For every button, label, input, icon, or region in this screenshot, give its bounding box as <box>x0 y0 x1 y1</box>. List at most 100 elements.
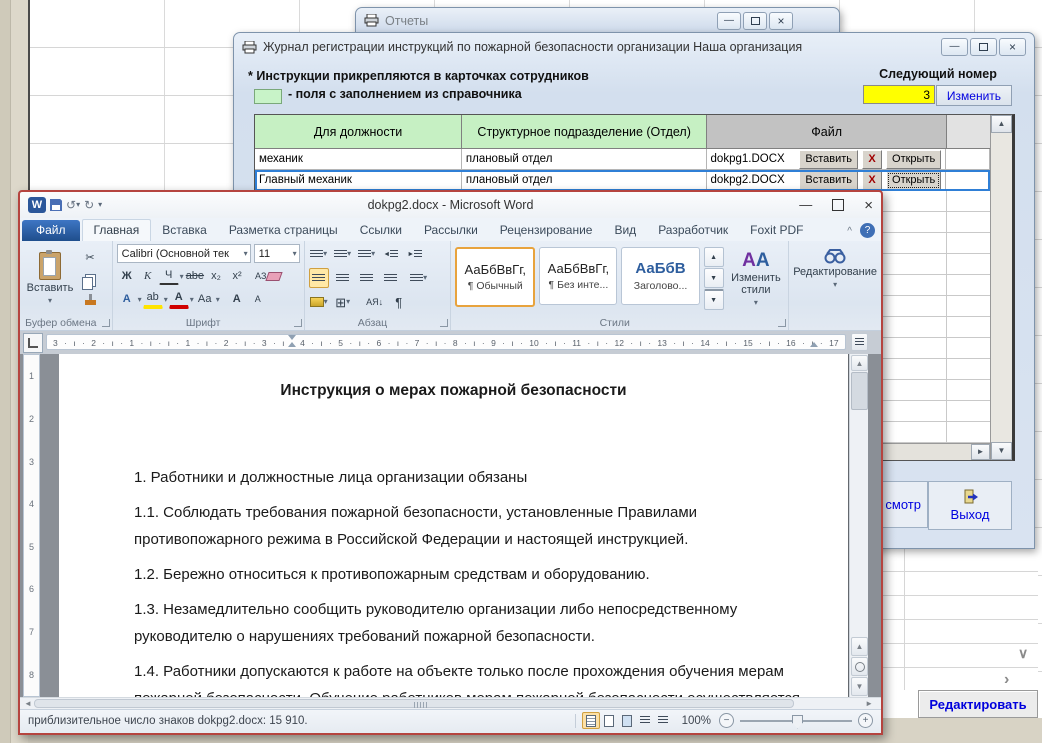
draft-view-button[interactable] <box>654 712 672 729</box>
grid-scroll-chevron-right-icon[interactable]: › <box>1004 672 1009 688</box>
tab-review[interactable]: Рецензирование <box>489 220 604 241</box>
next-page-button[interactable]: ▼ <box>851 677 868 696</box>
qat-customize-button[interactable]: ▾ <box>98 201 102 209</box>
font-dialog-launcher[interactable] <box>294 319 302 327</box>
style-normal[interactable]: АаБбВвГг, ¶ Обычный <box>455 247 535 307</box>
font-color-dropdown-icon[interactable]: ▾ <box>190 295 194 304</box>
tab-view[interactable]: Вид <box>603 220 647 241</box>
minimize-button[interactable]: — <box>941 38 968 56</box>
collapse-ribbon-button[interactable]: ^ <box>839 222 860 241</box>
vscroll-thumb[interactable] <box>851 372 868 410</box>
subscript-button[interactable]: x₂ <box>206 266 226 286</box>
indent-marker-right[interactable] <box>810 342 818 347</box>
minimize-button[interactable]: — <box>799 197 812 214</box>
font-name-combo[interactable]: Calibri (Основной тек▾ <box>117 244 251 263</box>
word-titlebar[interactable]: W ↺▾ ↻ ▾ dokpg2.docx - Microsoft Word — … <box>20 192 881 218</box>
align-right-button[interactable] <box>357 268 377 288</box>
tab-developer[interactable]: Разработчик <box>647 220 739 241</box>
undo-button[interactable]: ↺▾ <box>66 199 80 211</box>
tab-page-layout[interactable]: Разметка страницы <box>218 220 349 241</box>
insert-file-button[interactable]: Вставить <box>799 150 858 169</box>
tab-references[interactable]: Ссылки <box>349 220 413 241</box>
style-heading1[interactable]: АаБбВ Заголово... <box>621 247 699 305</box>
align-left-button[interactable] <box>309 268 329 288</box>
copy-button[interactable] <box>80 270 100 290</box>
change-case-dropdown-icon[interactable]: ▾ <box>216 295 220 304</box>
cut-button[interactable]: ✂ <box>80 248 100 268</box>
font-size-combo[interactable]: 11▾ <box>254 244 300 263</box>
styles-gallery-more-button[interactable]: ▼ <box>704 289 724 310</box>
paragraph-dialog-launcher[interactable] <box>440 319 448 327</box>
open-file-button-focused[interactable]: Открыть <box>886 171 941 190</box>
status-char-count[interactable]: приблизительное число знаков dokpg2.docx… <box>28 715 308 727</box>
maximize-button[interactable] <box>832 199 844 211</box>
clipboard-dialog-launcher[interactable] <box>102 319 110 327</box>
sort-button[interactable]: АЯ↓ <box>365 292 385 312</box>
redo-button[interactable]: ↻ <box>84 199 94 211</box>
align-center-button[interactable] <box>333 268 353 288</box>
document-hscrollbar[interactable]: ◄ ► <box>20 697 881 709</box>
italic-button[interactable]: К <box>138 266 158 286</box>
delete-file-button[interactable]: X <box>862 171 882 190</box>
horizontal-ruler[interactable]: 3 · ı · 2 · ı · 1 · ı · ı · 1 · ı · 2 · … <box>46 334 846 350</box>
tab-foxit-pdf[interactable]: Foxit PDF <box>739 220 814 241</box>
maximize-button[interactable] <box>743 12 767 30</box>
minimize-button[interactable]: — <box>717 12 741 30</box>
show-marks-button[interactable]: ¶ <box>389 292 409 312</box>
bold-button[interactable]: Ж <box>117 266 137 286</box>
change-styles-button[interactable]: АA Изменить стили ▾ <box>728 247 785 310</box>
styles-scroll-up-button[interactable]: ▲ <box>704 247 724 267</box>
editing-button[interactable]: Редактирование ▾ <box>793 248 877 289</box>
text-effects-dropdown-icon[interactable]: ▾ <box>138 295 142 304</box>
print-layout-view-button[interactable] <box>582 712 600 729</box>
borders-button[interactable]: ⊞▾ <box>333 292 353 312</box>
delete-file-button[interactable]: X <box>862 150 882 169</box>
document-page[interactable]: Инструкция о мерах пожарной безопасности… <box>59 354 848 697</box>
decrease-indent-button[interactable]: ◄ <box>381 244 401 264</box>
previous-page-button[interactable]: ▲ <box>851 637 868 656</box>
close-button[interactable]: × <box>769 12 793 30</box>
close-button[interactable]: × <box>999 38 1026 56</box>
hscroll-right-button[interactable]: ► <box>971 444 990 460</box>
underline-dropdown-icon[interactable]: ▾ <box>180 272 184 281</box>
tab-home[interactable]: Главная <box>82 219 152 241</box>
reports-titlebar[interactable]: Отчеты — × <box>356 8 839 33</box>
highlight-button[interactable]: ab <box>143 290 163 309</box>
highlight-dropdown-icon[interactable]: ▾ <box>164 295 168 304</box>
zoom-in-button[interactable]: + <box>858 713 873 728</box>
format-painter-button[interactable] <box>80 292 100 312</box>
save-button[interactable] <box>50 199 62 211</box>
journal-titlebar[interactable]: Журнал регистрации инструкций по пожарно… <box>234 33 1034 61</box>
hscroll-thumb[interactable] <box>34 699 794 708</box>
word-logo-button[interactable]: W <box>28 197 46 213</box>
styles-dialog-launcher[interactable] <box>778 319 786 327</box>
vscroll-down-button[interactable]: ▼ <box>991 442 1012 460</box>
table-vscrollbar[interactable]: ▲ ▼ <box>990 115 1012 460</box>
superscript-button[interactable]: x² <box>227 266 247 286</box>
shading-button[interactable]: ▾ <box>309 292 329 312</box>
edit-button[interactable]: Редактировать <box>918 690 1038 718</box>
line-spacing-button[interactable]: ▾ <box>409 268 429 288</box>
increase-indent-button[interactable]: ► <box>405 244 425 264</box>
zoom-out-button[interactable]: − <box>719 713 734 728</box>
multilevel-list-button[interactable]: ▾ <box>357 244 377 264</box>
change-case-button[interactable]: Аа <box>195 289 215 309</box>
grid-scroll-chevron-down-icon[interactable]: ∨ <box>1018 646 1028 660</box>
styles-scroll-down-button[interactable]: ▼ <box>704 268 724 288</box>
shrink-font-button[interactable]: А <box>248 289 268 309</box>
open-file-button[interactable]: Открыть <box>886 150 941 169</box>
change-number-button[interactable]: Изменить <box>936 85 1012 106</box>
tab-selector[interactable] <box>23 333 43 353</box>
table-row[interactable]: механик плановый отдел dokpg1.DOCX Встав… <box>255 149 990 170</box>
style-no-spacing[interactable]: АаБбВвГг, ¶ Без инте... <box>539 247 617 305</box>
paste-button[interactable]: Вставить ▾ <box>24 244 76 312</box>
maximize-button[interactable] <box>970 38 997 56</box>
close-button[interactable]: × <box>864 197 873 214</box>
select-browse-object-button[interactable] <box>851 657 868 676</box>
bullets-button[interactable]: ▾ <box>309 244 329 264</box>
vertical-ruler[interactable]: 1 2 3 4 5 6 7 8 <box>23 354 40 697</box>
table-row-selected[interactable]: Главный механик плановый отдел dokpg2.DO… <box>255 170 990 191</box>
text-effects-button[interactable]: А <box>117 289 137 309</box>
ruler-toggle-button[interactable] <box>851 333 868 351</box>
tab-insert[interactable]: Вставка <box>151 220 218 241</box>
